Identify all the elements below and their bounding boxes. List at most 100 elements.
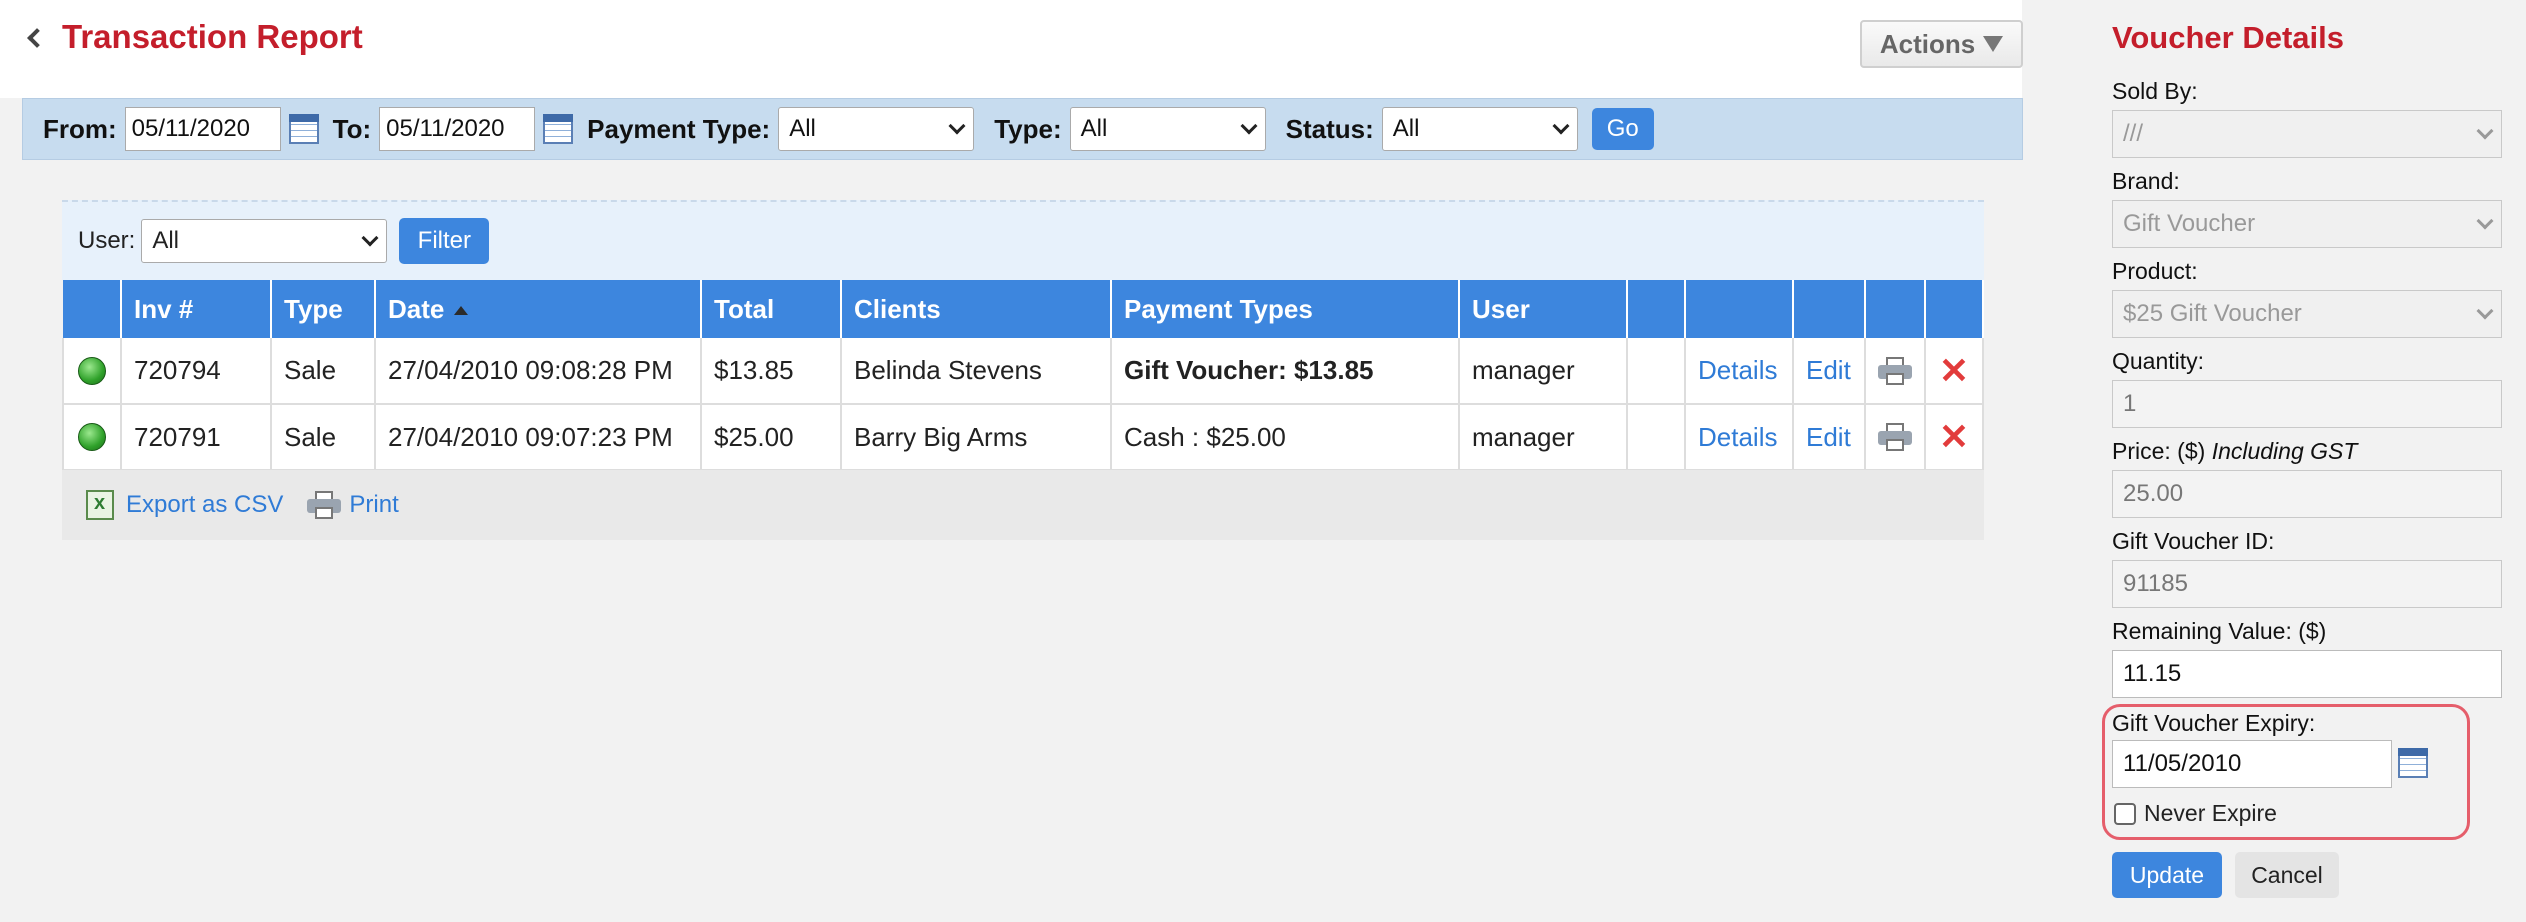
sold-by-select[interactable]: /// — [2112, 110, 2502, 158]
delete-x-icon[interactable]: ✕ — [1938, 419, 1970, 455]
voucher-id-field[interactable]: 91185 — [2112, 560, 2502, 608]
chevron-down-icon — [948, 117, 966, 135]
inv-cell: 720791 — [121, 404, 272, 471]
payment-type-value: All — [789, 115, 816, 142]
user-label: User: — [78, 227, 136, 254]
details-link[interactable]: Details — [1685, 404, 1794, 471]
date-cell: 27/04/2010 09:07:23 PM — [375, 404, 702, 471]
status-green-icon — [78, 356, 106, 385]
go-button[interactable]: Go — [1591, 108, 1654, 150]
column-clients[interactable]: Clients — [841, 280, 1112, 338]
column-date[interactable]: Date — [375, 280, 702, 338]
brand-label: Brand: — [2112, 168, 2180, 194]
actions-label: Actions — [1879, 28, 1976, 59]
sort-ascending-icon — [454, 306, 469, 316]
client-cell: Belinda Stevens — [841, 338, 1112, 405]
chevron-down-icon — [2476, 212, 2494, 230]
print-cell[interactable] — [1865, 404, 1926, 471]
from-date-input[interactable]: 05/11/2020 — [124, 107, 281, 151]
column-total[interactable]: Total — [701, 280, 842, 338]
export-csv-link[interactable]: Export as CSV — [126, 491, 283, 519]
transaction-report-panel: Transaction Report Actions From: 05/11/2… — [0, 0, 2023, 922]
filter-button[interactable]: Filter — [399, 218, 490, 264]
column-inv[interactable]: Inv # — [121, 280, 272, 338]
client-cell: Barry Big Arms — [841, 404, 1112, 471]
column-details — [1685, 280, 1794, 338]
type-cell: Sale — [271, 338, 376, 405]
column-print — [1865, 280, 1926, 338]
user-cell: manager — [1459, 404, 1628, 471]
actions-button[interactable]: Actions — [1860, 20, 2023, 68]
back-chevron-icon[interactable] — [27, 28, 47, 48]
voucher-details-title: Voucher Details — [2112, 20, 2345, 55]
type-select[interactable]: All — [1069, 107, 1266, 151]
product-label: Product: — [2112, 258, 2198, 284]
quantity-field[interactable]: 1 — [2112, 380, 2502, 428]
column-status — [63, 280, 122, 338]
chevron-down-icon — [2476, 122, 2494, 140]
update-button[interactable]: Update — [2112, 852, 2222, 898]
column-payment-types[interactable]: Payment Types — [1111, 280, 1460, 338]
payment-cell: Cash : $25.00 — [1111, 404, 1460, 471]
type-label: Type: — [994, 113, 1062, 144]
table-row[interactable]: 720794 Sale 27/04/2010 09:08:28 PM $13.8… — [62, 338, 1984, 405]
edit-link[interactable]: Edit — [1793, 404, 1866, 471]
chevron-down-icon — [1240, 117, 1258, 135]
transactions-table: Inv # Type Date Total Clients Payment Ty… — [62, 280, 1984, 471]
details-link[interactable]: Details — [1685, 338, 1794, 405]
print-cell[interactable] — [1865, 338, 1926, 405]
from-label: From: — [43, 113, 117, 144]
voucher-details-panel: Voucher Details Sold By: /// Brand: Gift… — [2072, 0, 2526, 922]
price-field[interactable]: 25.00 — [2112, 470, 2502, 518]
payment-cell: Gift Voucher: $13.85 — [1111, 338, 1460, 405]
status-cell — [62, 404, 122, 471]
type-cell: Sale — [271, 404, 376, 471]
remaining-value-input[interactable]: 11.15 — [2112, 650, 2502, 698]
table-footer: Export as CSV Print — [62, 470, 1984, 540]
user-select[interactable]: All — [141, 219, 388, 263]
brand-select[interactable]: Gift Voucher — [2112, 200, 2502, 248]
table-row[interactable]: 720791 Sale 27/04/2010 09:07:23 PM $25.0… — [62, 404, 1984, 471]
calendar-icon[interactable] — [288, 114, 319, 144]
column-type[interactable]: Type — [271, 280, 376, 338]
delete-x-icon[interactable]: ✕ — [1938, 352, 1970, 389]
filter-bar: From: 05/11/2020 To: 05/11/2020 Payment … — [22, 98, 2023, 160]
printer-icon[interactable] — [1878, 423, 1912, 451]
delete-cell[interactable]: ✕ — [1925, 404, 1984, 471]
expiry-label: Gift Voucher Expiry: — [2112, 710, 2316, 736]
to-date-input[interactable]: 05/11/2020 — [379, 107, 536, 151]
status-green-icon — [78, 423, 106, 451]
excel-icon[interactable] — [86, 490, 114, 520]
print-link[interactable]: Print — [349, 491, 398, 519]
calendar-icon[interactable] — [543, 114, 574, 144]
product-value: $25 Gift Voucher — [2123, 300, 2302, 327]
edit-link[interactable]: Edit — [1793, 338, 1866, 405]
chevron-down-icon — [361, 229, 379, 247]
user-value: All — [152, 227, 180, 254]
status-label: Status: — [1285, 113, 1374, 144]
never-expire-row: Never Expire — [2114, 800, 2277, 827]
status-cell — [62, 338, 122, 405]
status-select[interactable]: All — [1381, 107, 1578, 151]
chevron-down-icon — [2476, 302, 2494, 320]
title-row: Transaction Report — [27, 18, 363, 56]
to-label: To: — [332, 113, 372, 144]
triangle-down-icon — [1983, 36, 2004, 52]
printer-icon[interactable] — [307, 491, 342, 519]
printer-icon[interactable] — [1878, 356, 1912, 385]
voucher-id-label: Gift Voucher ID: — [2112, 528, 2275, 554]
sold-by-label: Sold By: — [2112, 78, 2198, 104]
total-cell: $25.00 — [701, 404, 842, 471]
column-user[interactable]: User — [1459, 280, 1628, 338]
product-select[interactable]: $25 Gift Voucher — [2112, 290, 2502, 338]
cancel-button[interactable]: Cancel — [2235, 852, 2339, 898]
expiry-date-input[interactable]: 11/05/2010 — [2112, 740, 2392, 788]
payment-type-select[interactable]: All — [778, 107, 975, 151]
never-expire-checkbox[interactable] — [2114, 802, 2136, 825]
calendar-icon[interactable] — [2398, 748, 2428, 778]
type-value: All — [1080, 115, 1108, 142]
price-label: Price: ($) Including GST — [2112, 438, 2357, 465]
status-value: All — [1392, 115, 1420, 142]
delete-cell[interactable]: ✕ — [1925, 338, 1984, 405]
payment-type-label: Payment Type: — [587, 113, 771, 144]
